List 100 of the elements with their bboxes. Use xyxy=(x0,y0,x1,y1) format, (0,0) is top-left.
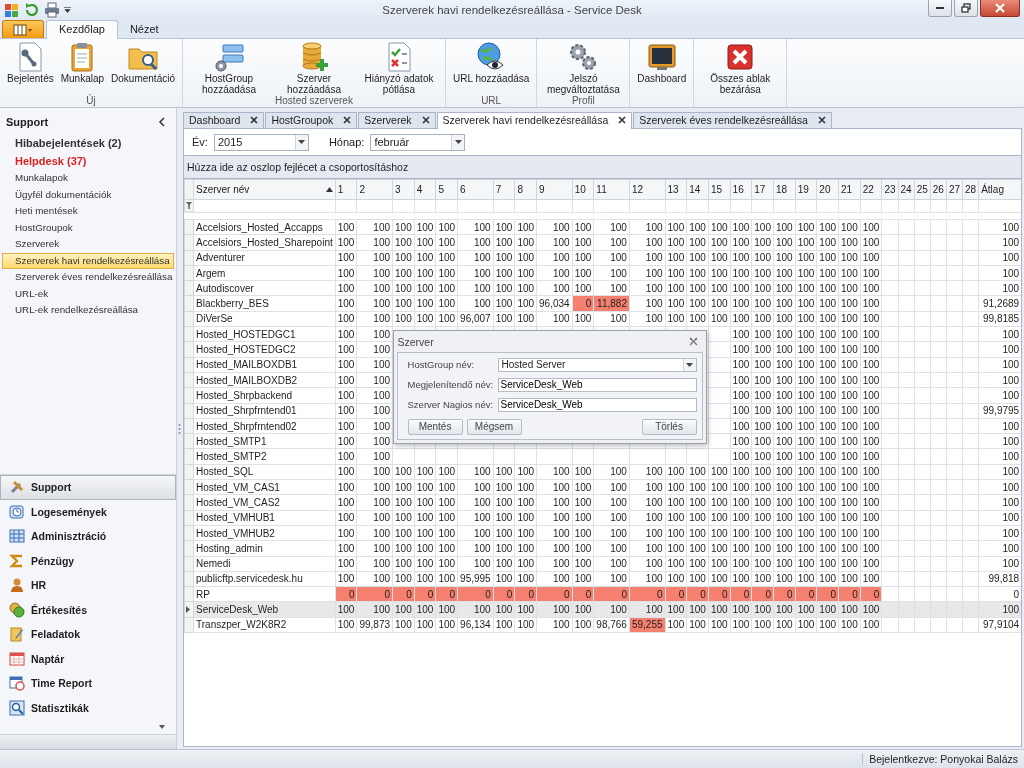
table-cell: 100 xyxy=(816,311,839,327)
navigation-item[interactable]: Feladatok xyxy=(0,622,176,647)
ribbon-button[interactable]: Jelszó megváltoztatása xyxy=(541,39,626,95)
column-header[interactable]: 4 xyxy=(414,179,436,200)
column-header[interactable]: Szerver név xyxy=(193,179,336,200)
column-header[interactable]: 17 xyxy=(751,179,774,200)
ribbon-button[interactable]: Dokumentáció xyxy=(108,39,178,95)
column-header[interactable]: 21 xyxy=(838,179,861,200)
dialog-button[interactable]: Törlés xyxy=(641,418,697,435)
table-cell: 100 xyxy=(414,219,436,235)
column-header[interactable]: 16 xyxy=(730,179,752,200)
column-header[interactable]: 22 xyxy=(860,179,882,200)
document-tab[interactable]: Dashboard xyxy=(183,112,265,128)
text-field[interactable]: ServiceDesk_Web xyxy=(497,377,697,392)
sidebar-item[interactable]: Helpdesk (37) xyxy=(2,152,174,170)
dropdown-field[interactable]: Hosted Server xyxy=(497,357,697,372)
application-menu-button[interactable] xyxy=(2,20,44,38)
navigation-item[interactable]: Support xyxy=(0,475,176,500)
document-tab[interactable]: Szerverek xyxy=(358,112,436,128)
minimize-button[interactable] xyxy=(928,0,952,17)
ribbon-button[interactable]: Összes ablak bezárása xyxy=(698,39,783,95)
sidebar-item[interactable]: URL-ek xyxy=(2,285,174,302)
sidebar-item[interactable]: Szerverek éves rendelkezésreállása xyxy=(2,269,174,286)
navigation-item[interactable]: Logesemények xyxy=(0,499,176,524)
sidebar-item[interactable]: Ügyfél dokumentációk xyxy=(2,186,174,203)
group-label: Hosted szerverek xyxy=(274,95,354,107)
dropdown-field[interactable]: február xyxy=(370,133,466,151)
column-header[interactable]: 1 xyxy=(335,179,357,200)
ribbon-button[interactable]: Bejelentés xyxy=(4,39,57,95)
sidebar-item[interactable]: Szerverek havi rendelkezésreállása xyxy=(2,252,174,269)
document-tab[interactable]: Szerverek havi rendelkezésreállása xyxy=(436,112,633,129)
column-header[interactable]: 5 xyxy=(435,179,458,200)
navigation-item[interactable]: Pénzügy xyxy=(0,548,176,573)
ribbon-button[interactable]: Hiányzó adatok pótlása xyxy=(357,39,441,95)
column-header[interactable]: 3 xyxy=(392,179,415,200)
table-cell: 100 xyxy=(414,479,436,495)
sidebar-item[interactable]: URL-ek rendelkezésreállása xyxy=(2,302,174,319)
ribbon-button[interactable]: HostGroup hozzáadása xyxy=(187,39,271,95)
sidebar-item[interactable]: Szerverek xyxy=(2,236,174,253)
column-header[interactable]: 10 xyxy=(572,179,594,200)
table-cell: 100 xyxy=(572,494,594,511)
column-header[interactable]: 20 xyxy=(816,179,839,200)
sidebar-item[interactable]: Hibabejelentések (2) xyxy=(2,134,174,152)
column-header[interactable]: 9 xyxy=(536,179,573,200)
column-header[interactable]: 6 xyxy=(457,179,494,200)
sidebar-item[interactable]: Heti mentések xyxy=(2,203,174,220)
table-cell: 100 xyxy=(335,433,357,449)
column-header[interactable]: 14 xyxy=(686,179,709,200)
field-label: Hónap: xyxy=(328,136,365,148)
close-button[interactable] xyxy=(980,0,1020,17)
table-cell: 100 xyxy=(493,540,515,557)
table-cell: 100 xyxy=(493,265,515,281)
column-header[interactable]: 12 xyxy=(629,179,666,200)
column-header[interactable]: 13 xyxy=(665,179,687,200)
ribbon-tab[interactable]: Kezdőlap xyxy=(46,20,118,39)
navigation-item[interactable]: Statisztikák xyxy=(0,695,176,720)
navigation-item[interactable]: HR xyxy=(0,573,176,598)
table-cell: 100 xyxy=(816,326,839,342)
dropdown-field[interactable]: 2015 xyxy=(213,133,309,151)
dialog-button[interactable]: Mégsem xyxy=(466,418,522,435)
document-tab[interactable]: HostGroupok xyxy=(265,112,358,128)
navigation-item[interactable]: Értékesítés xyxy=(0,597,176,622)
column-header[interactable]: 18 xyxy=(773,179,796,200)
column-header[interactable]: 15 xyxy=(708,179,731,200)
table-cell: 100 xyxy=(795,617,817,633)
table-cell: 100 xyxy=(414,464,436,480)
column-header[interactable]: 8 xyxy=(514,179,537,200)
table-cell: 100 xyxy=(335,556,357,572)
ribbon-button[interactable]: Szerver hozzáadása xyxy=(272,39,356,95)
column-header[interactable]: 19 xyxy=(795,179,817,200)
table-cell: 100 xyxy=(435,250,458,266)
ribbon-button[interactable]: Dashboard xyxy=(634,39,690,95)
column-header[interactable]: Átlag xyxy=(978,179,1021,200)
ribbon-tab[interactable]: Nézet xyxy=(117,21,171,38)
restore-button[interactable] xyxy=(954,0,978,17)
document-tab[interactable]: Szerverek éves rendelkezésreállása xyxy=(633,112,832,128)
column-header[interactable]: 2 xyxy=(356,179,393,200)
ribbon-button[interactable]: URL hozzáadása xyxy=(450,39,533,95)
sidebar-item[interactable]: Munkalapok xyxy=(2,170,174,187)
text-field[interactable]: ServiceDesk_Web xyxy=(497,397,697,412)
table-cell: 100 xyxy=(795,403,817,419)
navigation-item[interactable]: Time Report xyxy=(0,671,176,696)
table-cell: 100 xyxy=(686,540,709,557)
navigation-item[interactable]: Naptár xyxy=(0,646,176,671)
row-header[interactable] xyxy=(184,601,194,618)
navigation-item[interactable]: Adminisztráció xyxy=(0,524,176,549)
table-cell: 100 xyxy=(730,617,752,633)
column-header[interactable]: 7 xyxy=(493,179,515,200)
table-cell: 100 xyxy=(773,418,796,434)
sidebar-item[interactable]: HostGroupok xyxy=(2,219,174,236)
row-indicator-icon xyxy=(186,606,190,614)
table-cell: 100 xyxy=(795,357,817,373)
column-header[interactable]: 11 xyxy=(593,179,630,200)
table-cell: 100 xyxy=(816,357,839,373)
app-icon xyxy=(4,2,20,18)
dialog-button[interactable]: Mentés xyxy=(407,418,463,435)
table-cell: 100 xyxy=(629,280,666,296)
table-cell: 100 xyxy=(773,280,796,296)
table-cell: 100 xyxy=(730,403,752,419)
ribbon-button[interactable]: Munkalap xyxy=(57,39,108,95)
